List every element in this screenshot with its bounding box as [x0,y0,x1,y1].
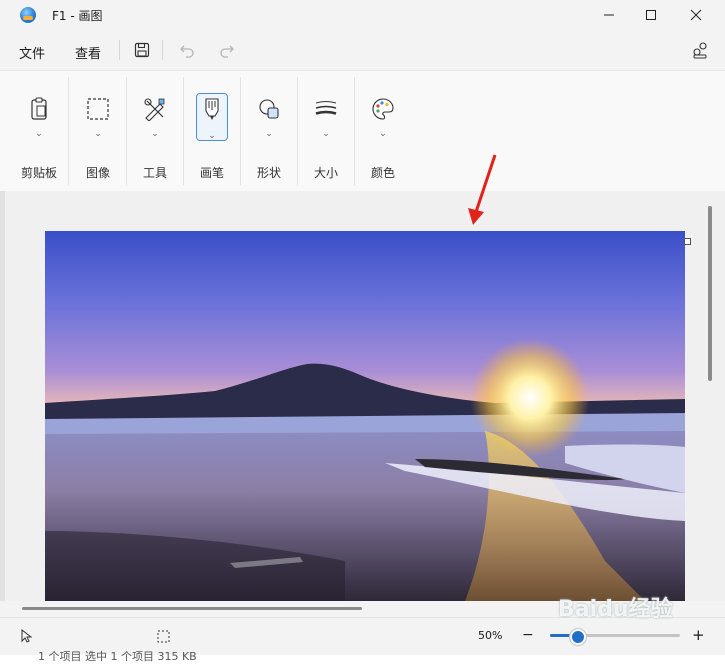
ribbon-group-shapes[interactable]: ⌄ 形状 [241,71,297,189]
chevron-down-icon: ⌄ [265,129,273,139]
ribbon-label-image: 图像 [85,166,110,180]
menu-file[interactable]: 文件 [19,43,45,62]
chevron-down-icon: ⌄ [379,129,387,139]
close-button[interactable] [673,0,719,30]
ribbon-group-image[interactable]: ⌄ 图像 [70,71,126,189]
annotation-arrow [468,154,497,225]
zoom-in-button[interactable]: + [692,626,705,644]
undo-icon [180,45,194,58]
ribbon-group-tools[interactable]: ⌄ 工具 [127,71,183,189]
title-bar: F1 - 画图 [0,0,725,30]
menu-view[interactable]: 查看 [75,43,101,62]
status-info: 1 个项目 选中 1 个项目 315 KB [38,650,197,663]
menu-bar: 文件 查看 [0,30,725,70]
maximize-icon [646,10,656,20]
ribbon-label-colors: 颜色 [370,166,395,180]
ribbon-group-colors[interactable]: ⌄ 颜色 [355,71,411,189]
shapes-icon [255,95,283,123]
minimize-icon [604,14,614,16]
zoom-out-button[interactable]: − [522,627,534,643]
window-title: F1 - 画图 [52,9,103,23]
ribbon-label-tools: 工具 [142,166,167,180]
cursor-position-icon [20,628,33,647]
zoom-slider[interactable] [550,629,680,645]
paint-app-icon [20,7,36,23]
chevron-down-icon: ⌄ [208,131,216,141]
ribbon-group-size[interactable]: ⌄ 大小 [298,71,354,189]
canvas-resize-handle[interactable] [684,238,691,245]
chevron-down-icon: ⌄ [322,129,330,139]
chevron-down-icon: ⌄ [35,129,43,139]
ribbon-label-clipboard: 剪贴板 [20,166,57,180]
clipboard-icon [25,95,53,123]
minimize-button[interactable] [586,0,632,30]
zoom-slider-thumb[interactable] [570,629,586,645]
undo-button[interactable] [176,39,198,61]
tools-icon [141,95,169,123]
ribbon-label-shapes: 形状 [256,166,281,180]
menu-divider [162,40,163,60]
ribbon-label-size: 大小 [313,166,338,180]
canvas-left-edge [0,191,5,601]
canvas-area[interactable] [0,191,725,601]
save-button[interactable] [131,39,153,61]
selection-icon [84,95,112,123]
maximize-button[interactable] [628,0,674,30]
watermark: Baidu经验 [558,597,673,622]
horizontal-scrollbar[interactable] [22,607,362,610]
ribbon-group-clipboard[interactable]: ⌄ 剪贴板 [8,71,70,189]
menu-divider [119,40,120,60]
vertical-scrollbar[interactable] [708,206,712,381]
redo-icon [220,45,234,58]
share-button[interactable] [689,39,711,61]
canvas-image-sunset[interactable] [45,231,685,601]
save-icon [134,42,150,58]
redo-button[interactable] [216,39,238,61]
stroke-size-icon [312,95,340,123]
ribbon-toolbar: ⌄ 剪贴板 ⌄ 图像 ⌄ 工具 ⌄ 画笔 ⌄ 形状 ⌄ 大小 ⌄ 颜色 [0,70,725,192]
group-divider [68,77,69,185]
chevron-down-icon: ⌄ [94,129,102,139]
palette-icon [369,95,397,123]
ribbon-label-brush: 画笔 [199,166,224,180]
chevron-down-icon: ⌄ [151,129,159,139]
selection-size-icon [157,628,170,647]
ribbon-group-brush[interactable]: ⌄ 画笔 [184,71,240,189]
share-icon [693,42,707,59]
close-icon [690,9,702,21]
zoom-level[interactable]: 50% [478,629,502,642]
brush-icon [198,95,226,123]
